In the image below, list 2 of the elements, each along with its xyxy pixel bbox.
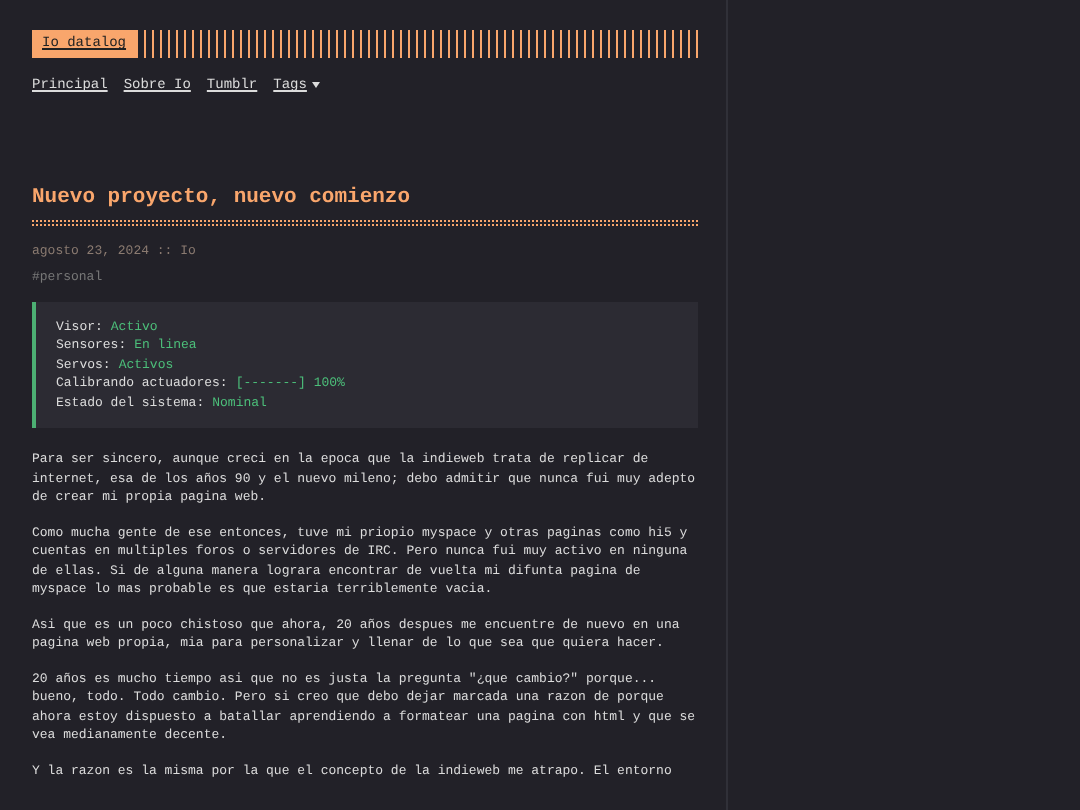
post-title: Nuevo proyecto, nuevo comienzo (32, 185, 413, 211)
caret-icon (312, 81, 321, 88)
